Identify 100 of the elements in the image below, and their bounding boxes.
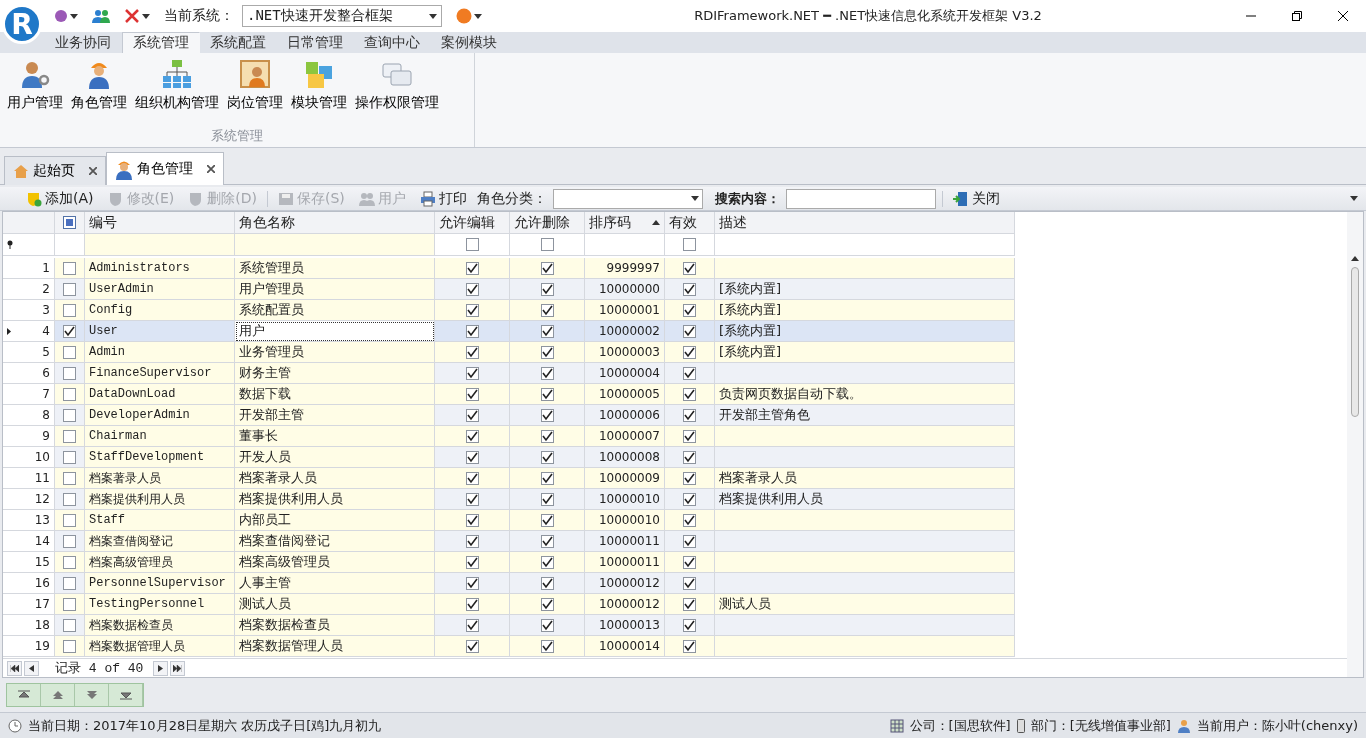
checkbox[interactable] [540, 639, 554, 653]
row-checkbox[interactable] [63, 576, 76, 590]
ribbon-button[interactable]: 操作权限管理 [352, 56, 442, 127]
row-checkbox[interactable] [63, 408, 76, 422]
checkbox[interactable] [540, 492, 554, 506]
previous-record-button[interactable] [24, 660, 39, 676]
row-header[interactable]: 3 [3, 300, 55, 321]
checkbox[interactable] [465, 576, 479, 590]
checkbox[interactable] [465, 450, 479, 464]
checkbox[interactable] [683, 534, 696, 548]
theme-icon[interactable] [54, 9, 68, 23]
checkbox[interactable] [683, 345, 696, 359]
ribbon-tab[interactable]: 查询中心 [354, 32, 431, 53]
search-field[interactable] [785, 188, 936, 209]
checkbox[interactable] [540, 324, 554, 338]
filter-cell[interactable] [510, 234, 585, 256]
checkbox[interactable] [465, 471, 479, 485]
checkbox[interactable] [465, 555, 479, 569]
row-header[interactable]: 9 [3, 426, 55, 447]
checkbox[interactable] [465, 492, 479, 506]
checkbox[interactable] [540, 513, 554, 527]
checkbox[interactable] [683, 366, 696, 380]
checkbox[interactable] [683, 639, 696, 653]
ribbon-button[interactable]: 岗位管理 [224, 56, 286, 127]
ribbon-tab[interactable]: 系统配置 [200, 32, 277, 53]
filter-checkbox[interactable] [683, 238, 696, 251]
checkbox[interactable] [465, 303, 479, 317]
filter-checkbox[interactable] [540, 238, 554, 251]
checkbox[interactable] [683, 303, 696, 317]
system-dropdown[interactable]: .NET快速开发整合框架 [242, 5, 442, 27]
row-header[interactable]: 15 [3, 552, 55, 573]
column-header[interactable]: 排序码 [585, 212, 665, 234]
row-checkbox[interactable] [63, 282, 76, 296]
column-header[interactable]: 允许编辑 [435, 212, 510, 234]
column-header[interactable]: 角色名称 [235, 212, 435, 234]
document-tab[interactable]: 角色管理 [106, 152, 224, 185]
ribbon-tab[interactable]: 案例模块 [431, 32, 508, 53]
first-record-button[interactable] [7, 660, 22, 676]
row-header[interactable]: 8 [3, 405, 55, 426]
column-header[interactable]: 描述 [715, 212, 1015, 234]
checkbox[interactable] [683, 387, 696, 401]
checkbox[interactable] [540, 597, 554, 611]
checkbox[interactable] [465, 639, 479, 653]
filter-cell[interactable] [665, 234, 715, 256]
row-checkbox[interactable] [63, 555, 76, 569]
tools-icon[interactable] [124, 8, 140, 24]
users-icon[interactable] [92, 9, 110, 23]
checkbox[interactable] [683, 513, 696, 527]
row-checkbox[interactable] [63, 492, 76, 506]
row-checkbox[interactable] [63, 618, 76, 632]
checkbox[interactable] [683, 555, 696, 569]
filter-cell[interactable] [85, 234, 235, 256]
row-header[interactable]: 4 [3, 321, 55, 342]
checkbox[interactable] [465, 618, 479, 632]
row-header[interactable]: 11 [3, 468, 55, 489]
document-tab[interactable]: 起始页 [4, 156, 106, 185]
row-header[interactable]: 14 [3, 531, 55, 552]
checkbox[interactable] [683, 618, 696, 632]
row-header[interactable]: 19 [3, 636, 55, 657]
checkbox[interactable] [683, 597, 696, 611]
ribbon-tab[interactable]: 业务协同 [45, 32, 122, 53]
ribbon-tab[interactable]: 日常管理 [277, 32, 354, 53]
move-bottom-button[interactable] [109, 684, 143, 706]
filter-cell[interactable] [585, 234, 665, 256]
row-checkbox[interactable] [63, 303, 76, 317]
checkbox[interactable] [683, 324, 696, 338]
checkbox[interactable] [465, 534, 479, 548]
checkbox[interactable] [540, 555, 554, 569]
row-checkbox[interactable] [63, 513, 76, 527]
checkbox[interactable] [465, 429, 479, 443]
checkbox[interactable] [683, 408, 696, 422]
row-header[interactable]: 7 [3, 384, 55, 405]
column-header[interactable]: 编号 [85, 212, 235, 234]
row-header[interactable]: 12 [3, 489, 55, 510]
move-down-button[interactable] [75, 684, 109, 706]
move-up-button[interactable] [41, 684, 75, 706]
row-checkbox[interactable] [63, 639, 76, 653]
row-checkbox[interactable] [63, 366, 76, 380]
ribbon-button[interactable]: 模块管理 [288, 56, 350, 127]
filter-checkbox[interactable] [465, 238, 479, 251]
row-header[interactable]: 10 [3, 447, 55, 468]
filter-cell[interactable] [435, 234, 510, 256]
select-all-checkbox[interactable] [63, 216, 76, 229]
checkbox[interactable] [465, 513, 479, 527]
close-icon[interactable] [89, 164, 97, 178]
checkbox[interactable] [465, 387, 479, 401]
row-checkbox[interactable] [63, 324, 76, 338]
row-header[interactable]: 1 [3, 258, 55, 279]
checkbox[interactable] [683, 282, 696, 296]
move-top-button[interactable] [7, 684, 41, 706]
help-icon[interactable] [456, 8, 472, 24]
checkbox[interactable] [540, 345, 554, 359]
row-checkbox[interactable] [63, 471, 76, 485]
row-checkbox[interactable] [63, 429, 76, 443]
checkbox[interactable] [683, 576, 696, 590]
checkbox[interactable] [540, 261, 554, 275]
checkbox[interactable] [683, 492, 696, 506]
close-icon[interactable] [207, 162, 215, 176]
row-header[interactable]: 18 [3, 615, 55, 636]
ribbon-tab[interactable]: 系统管理 [122, 32, 200, 53]
